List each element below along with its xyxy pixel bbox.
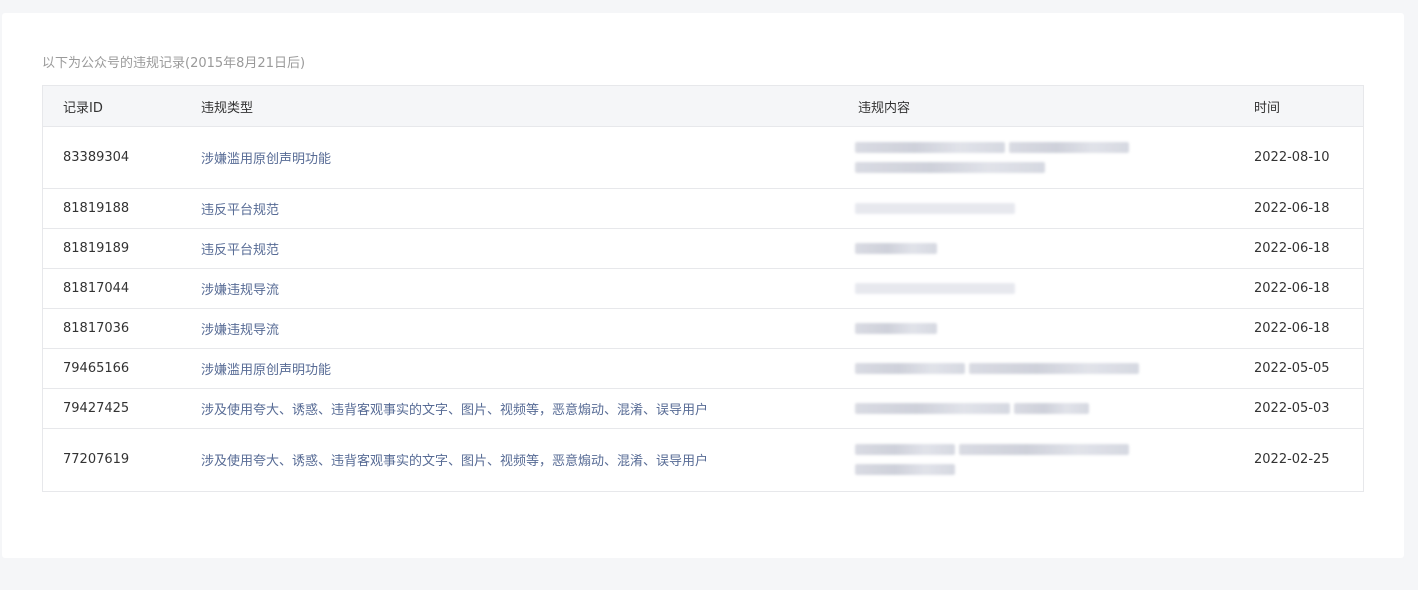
table-row: 81817036 涉嫌违规导流 2022-06-18	[43, 308, 1363, 349]
violation-type: 涉嫌违规导流	[181, 268, 838, 309]
record-time: 2022-02-25	[1254, 452, 1330, 468]
header-time: 时间	[1234, 86, 1363, 127]
record-id: 81819188	[43, 188, 181, 229]
header-record-id: 记录ID	[43, 86, 181, 127]
record-time: 2022-06-18	[1234, 308, 1363, 349]
violation-records-card: 以下为公众号的违规记录(2015年8月21日后) 记录ID 违规类型 违规内容 …	[2, 13, 1404, 558]
record-id: 79465166	[43, 348, 181, 389]
violation-content-redacted	[838, 228, 1234, 269]
table-header-row: 记录ID 违规类型 违规内容 时间	[43, 86, 1363, 127]
record-time: 2022-06-18	[1234, 268, 1363, 309]
record-time: 2022-05-05	[1234, 348, 1363, 389]
table-row: 77207619 涉及使用夸大、诱惑、违背客观事实的文字、图片、视频等，恶意煽动…	[43, 429, 1363, 491]
record-time: 2022-08-10	[1234, 126, 1363, 189]
violation-type: 涉及使用夸大、诱惑、违背客观事实的文字、图片、视频等，恶意煽动、混淆、误导用户	[201, 454, 709, 470]
table-row: 81817044 涉嫌违规导流 2022-06-18	[43, 268, 1363, 309]
violation-content-redacted	[838, 126, 1234, 189]
violation-type: 涉嫌违规导流	[181, 308, 838, 349]
header-violation-content: 违规内容	[838, 86, 1234, 127]
violation-type: 违反平台规范	[181, 188, 838, 229]
table-row: 79427425 涉及使用夸大、诱惑、违背客观事实的文字、图片、视频等，恶意煽动…	[43, 388, 1363, 429]
table-row: 79465166 涉嫌滥用原创声明功能 2022-05-05	[43, 348, 1363, 389]
violation-content-redacted	[838, 268, 1234, 309]
violation-records-table: 记录ID 违规类型 违规内容 时间 83389304 涉嫌滥用原创声明功能 20…	[42, 85, 1364, 492]
record-id: 79427425	[43, 388, 181, 429]
header-violation-type: 违规类型	[181, 86, 838, 127]
table-row: 81819189 违反平台规范 2022-06-18	[43, 228, 1363, 269]
violation-content-redacted	[838, 348, 1234, 389]
violation-content-redacted	[838, 388, 1234, 429]
violation-type: 涉及使用夸大、诱惑、违背客观事实的文字、图片、视频等，恶意煽动、混淆、误导用户	[181, 388, 838, 429]
record-id: 81819189	[43, 228, 181, 269]
violation-type: 涉嫌滥用原创声明功能	[181, 348, 838, 389]
record-id: 81817036	[43, 308, 181, 349]
violation-type: 涉嫌滥用原创声明功能	[181, 126, 838, 189]
table-row: 81819188 违反平台规范 2022-06-18	[43, 188, 1363, 229]
violation-type: 违反平台规范	[181, 228, 838, 269]
table-row: 83389304 涉嫌滥用原创声明功能 2022-08-10	[43, 126, 1363, 189]
record-id: 77207619	[63, 452, 130, 468]
record-time: 2022-06-18	[1234, 228, 1363, 269]
record-time: 2022-06-18	[1234, 188, 1363, 229]
violation-content-redacted	[838, 308, 1234, 349]
violation-content-redacted	[838, 188, 1234, 229]
record-id: 83389304	[43, 126, 181, 189]
record-time: 2022-05-03	[1234, 388, 1363, 429]
violation-records-caption: 以下为公众号的违规记录(2015年8月21日后)	[42, 56, 306, 71]
record-id: 81817044	[43, 268, 181, 309]
violation-content-redacted	[838, 429, 1234, 491]
